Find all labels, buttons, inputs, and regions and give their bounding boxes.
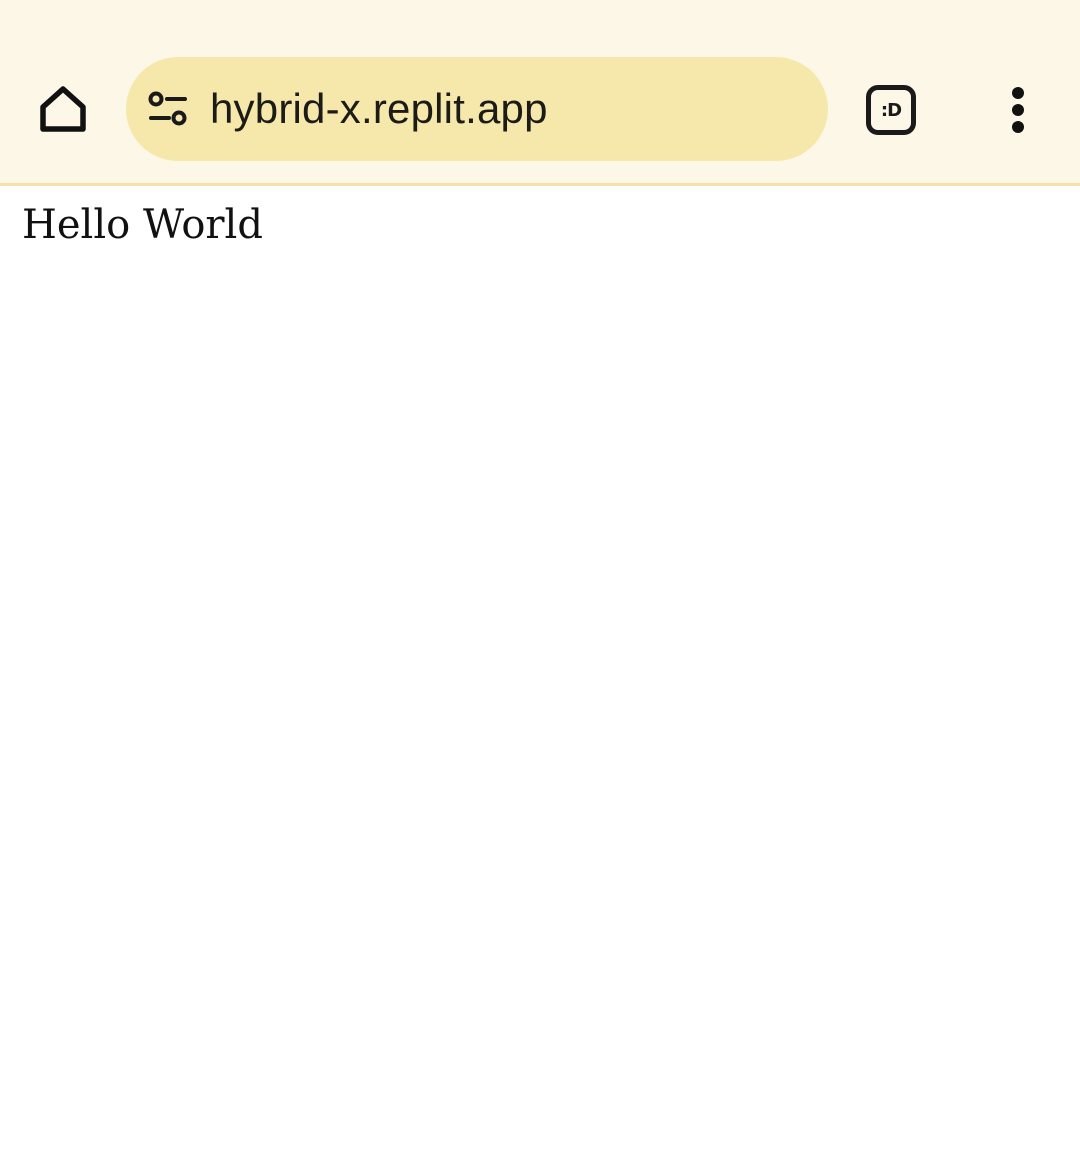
tab-switcher-label: :D — [880, 99, 902, 121]
home-icon — [40, 86, 86, 132]
page-body-text: Hello World — [22, 202, 263, 248]
web-page-content: Hello World — [0, 186, 1080, 1150]
more-vert-icon — [1012, 87, 1024, 133]
address-bar[interactable]: hybrid-x.replit.app — [126, 57, 828, 161]
tune-icon — [148, 91, 187, 126]
site-info-button[interactable] — [146, 87, 190, 131]
url-text: hybrid-x.replit.app — [210, 85, 548, 132]
more-menu-button[interactable] — [990, 80, 1046, 140]
tab-switcher-button[interactable]: :D — [862, 82, 920, 138]
browser-toolbar: hybrid-x.replit.app :D — [0, 0, 1080, 186]
home-button[interactable] — [30, 78, 96, 140]
tab-switcher-icon: :D — [866, 85, 916, 135]
